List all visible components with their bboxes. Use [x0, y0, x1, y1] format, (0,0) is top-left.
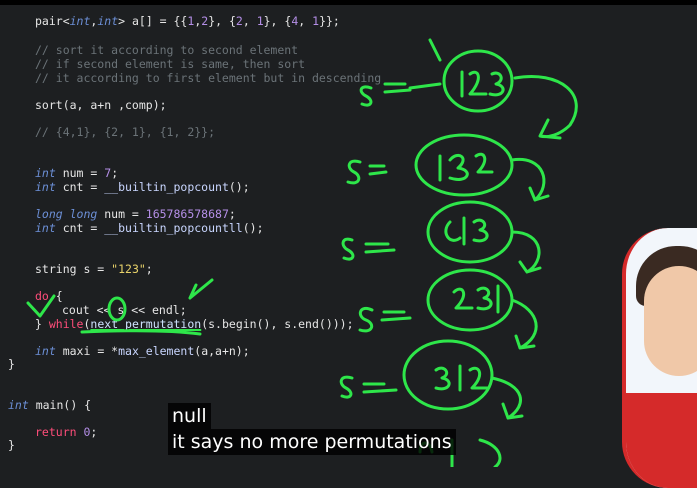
code-line-while: } while(next_permutation(s.begin(), s.en…: [35, 317, 354, 331]
code-line-brace: }: [8, 357, 15, 371]
code-line-cout: cout << s << endl;: [62, 303, 187, 317]
code-comment: // {4,1}, {2, 1}, {1, 2}};: [35, 125, 216, 139]
code-editor[interactable]: pair<int,int> a[] = {{1,2}, {2, 1}, {4, …: [0, 0, 697, 467]
subtitle-line: null: [168, 403, 211, 429]
code-line-pair: pair<int,int> a[] = {{1,2}, {2, 1}, {4, …: [35, 14, 340, 28]
code-line-num: int num = 7;: [35, 166, 119, 180]
code-comment: // if second element is same, then sort: [35, 57, 306, 71]
code-line-sort: sort(a, a+n ,comp);: [35, 98, 167, 112]
webcam-overlay: [622, 228, 697, 488]
code-line-brace: }: [8, 438, 15, 452]
code-line-main: int main() {: [8, 398, 92, 412]
code-comment: // it according to first element but in …: [35, 71, 382, 85]
code-line-string: string s = "123";: [35, 262, 153, 276]
code-line-return: return 0;: [35, 425, 98, 439]
code-line-ll-num: long long num = 165786578687;: [35, 207, 236, 221]
subtitle-line: it says no more permutations: [168, 429, 456, 455]
code-line-maxi: int maxi = *max_element(a,a+n);: [35, 344, 250, 358]
code-comment: // sort it according to second element: [35, 43, 299, 57]
code-line-ll-cnt: int cnt = __builtin_popcountll();: [35, 221, 264, 235]
presenter-face: [644, 266, 697, 376]
code-line-do: do {: [35, 289, 63, 303]
presenter-shirt: [626, 393, 697, 488]
code-line-cnt: int cnt = __builtin_popcount();: [35, 180, 250, 194]
